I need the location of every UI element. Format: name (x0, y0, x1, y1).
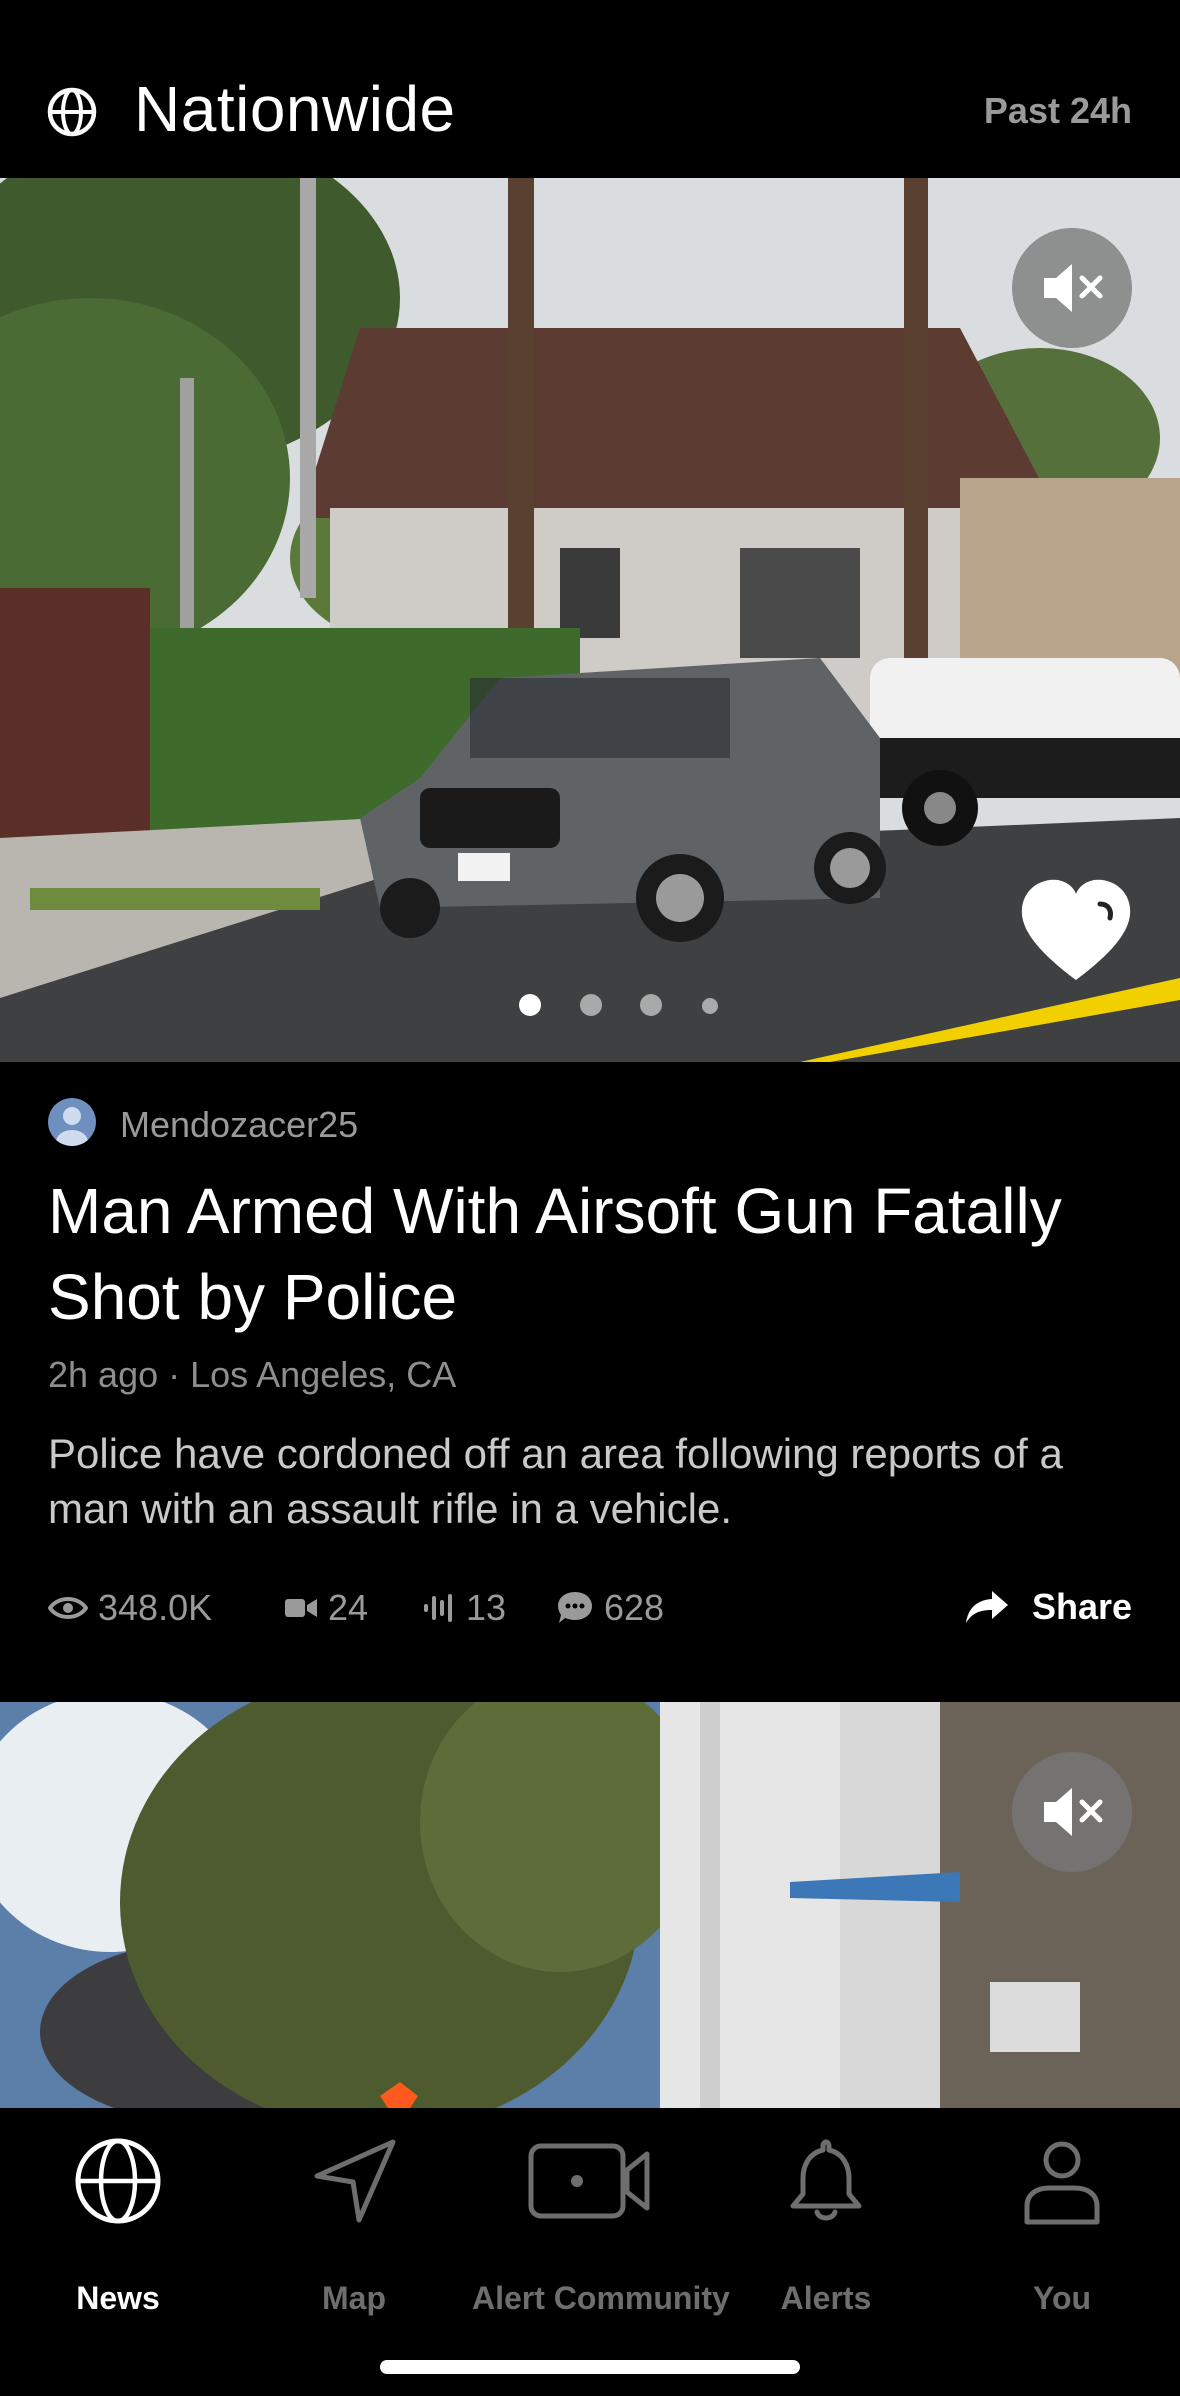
speaker-muted-icon (1044, 1788, 1103, 1836)
post-media-image[interactable] (0, 178, 1180, 1062)
tab-label: Alerts (780, 2280, 872, 2316)
next-post-media[interactable] (0, 1702, 1180, 2108)
mute-button[interactable] (1012, 1752, 1132, 1872)
speaker-muted-icon (1044, 264, 1103, 312)
navigation-arrow-icon (314, 2139, 396, 2223)
video-camera-icon (285, 1599, 317, 1617)
tab-label: Alert Community (472, 2280, 730, 2316)
post-summary: Police have cordoned off an area followi… (48, 1430, 1063, 1532)
share-label: Share (1031, 1586, 1132, 1627)
region-title[interactable]: Nationwide (134, 72, 456, 146)
videos-count: 24 (328, 1587, 369, 1628)
tab-map[interactable]: Map (236, 2136, 472, 2316)
globe-icon (75, 2138, 161, 2224)
feed-header: Nationwide Past 24h (0, 0, 1180, 178)
bottom-tab-bar: News Map Alert Community Alerts You (0, 2108, 1180, 2396)
author-name[interactable]: Mendozacer25 (120, 1104, 358, 1146)
globe-icon (47, 87, 97, 137)
home-indicator[interactable] (380, 2360, 800, 2374)
page-dot[interactable] (702, 998, 718, 1014)
carousel-pagination (0, 990, 1180, 1020)
post-meta: 2h ago · Los Angeles, CA (48, 1354, 457, 1395)
share-button[interactable]: Share (964, 1586, 1132, 1628)
person-icon (56, 1107, 88, 1146)
news-post[interactable]: Mendozacer25 Man Armed With Airsoft Gun … (0, 1062, 1180, 1702)
comments-stat[interactable]: 628 (556, 1586, 664, 1630)
camera-icon (528, 2143, 650, 2219)
page-dot[interactable] (640, 994, 662, 1016)
tab-news[interactable]: News (0, 2136, 236, 2316)
bell-icon (790, 2139, 862, 2221)
videos-stat: 24 (284, 1586, 368, 1630)
eye-icon (48, 1597, 88, 1619)
tab-alert-community[interactable]: Alert Community (472, 2136, 730, 2316)
post-headline[interactable]: Man Armed With Airsoft Gun Fatally Shot … (48, 1168, 1138, 1340)
page-dot[interactable] (580, 994, 602, 1016)
time-filter[interactable]: Past 24h (984, 90, 1132, 132)
street-scene-image (0, 178, 1180, 1062)
comments-count: 628 (604, 1587, 665, 1628)
audio-stat: 13 (422, 1586, 506, 1630)
comment-bubble-icon (558, 1592, 592, 1623)
tab-alerts[interactable]: Alerts (708, 2136, 944, 2316)
post-stats: 348.0K 24 13 628 Share (48, 1578, 1132, 1638)
mute-button[interactable] (1012, 228, 1132, 348)
avatar[interactable] (48, 1098, 96, 1146)
views-stat: 348.0K (48, 1586, 212, 1630)
page-dot[interactable] (519, 994, 541, 1016)
tab-you[interactable]: You (944, 2136, 1180, 2316)
audio-waveform-icon (424, 1594, 452, 1622)
tab-label: News (76, 2280, 160, 2316)
audio-count: 13 (466, 1587, 507, 1628)
tab-label: Map (322, 2280, 386, 2316)
fire-scene-image (0, 1702, 1180, 2108)
tab-label: You (1032, 2280, 1092, 2316)
heart-icon[interactable] (1016, 876, 1136, 986)
person-icon (1024, 2141, 1100, 2225)
views-count: 348.0K (98, 1587, 213, 1628)
share-arrow-icon (965, 1591, 1008, 1623)
